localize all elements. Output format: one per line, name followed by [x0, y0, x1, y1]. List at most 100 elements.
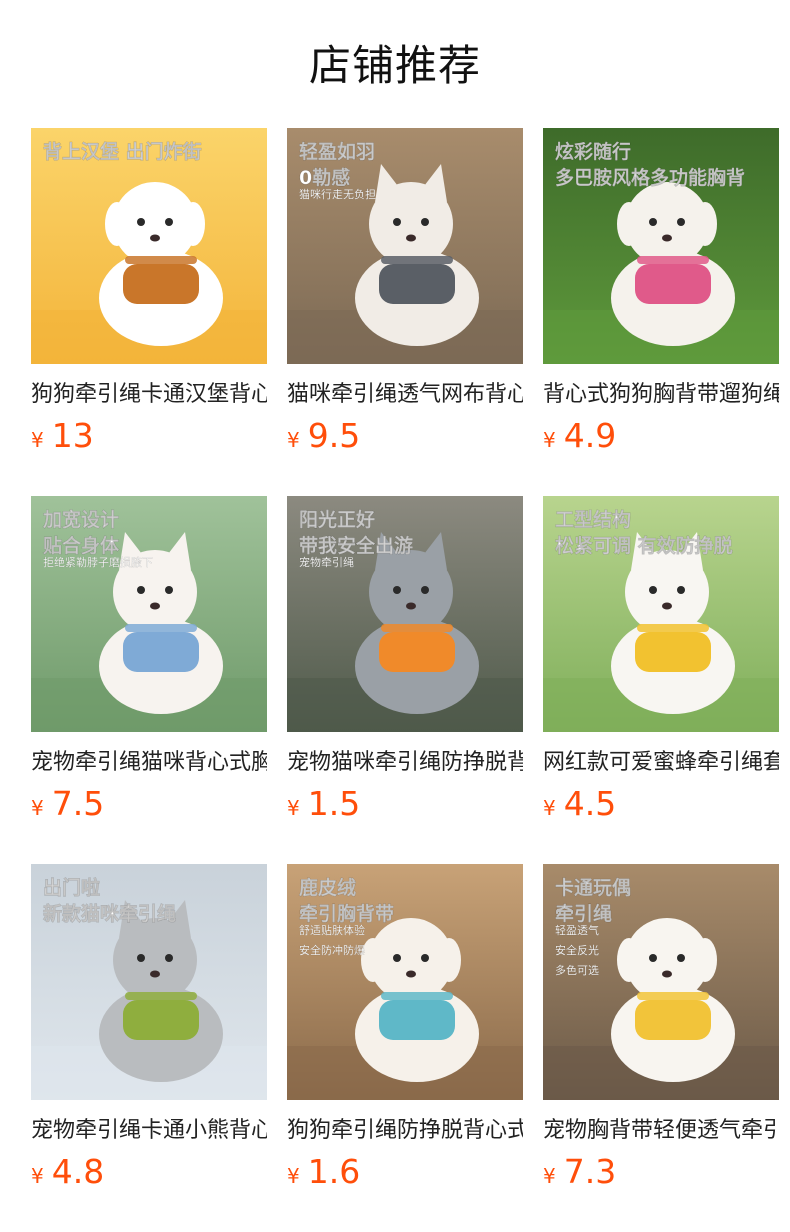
image-caption: 多巴胺风格多功能胸背 — [555, 166, 745, 189]
product-card[interactable]: 出门啦新款猫咪牵引绳宠物牵引绳卡通小熊背心式 ¥4.8 — [31, 864, 267, 1232]
product-price: ¥4.9 — [543, 416, 779, 455]
product-image[interactable]: 背上汉堡 出门炸街 — [31, 128, 267, 364]
price-value: 1.6 — [307, 1152, 361, 1191]
product-image[interactable]: 出门啦新款猫咪牵引绳 — [31, 864, 267, 1100]
product-title[interactable]: 宠物牵引绳猫咪背心式胸背 — [31, 746, 267, 780]
product-title[interactable]: 宠物猫咪牵引绳防挣脱背心 — [287, 746, 523, 780]
currency-symbol: ¥ — [287, 796, 300, 820]
image-caption: 牵引绳 — [555, 902, 612, 925]
product-card[interactable]: 鹿皮绒牵引胸背带 舒适贴肤体验 安全防冲防爆狗狗牵引绳防挣脱背心式 ¥1.6 — [287, 864, 523, 1232]
product-price: ¥1.5 — [287, 784, 523, 823]
image-caption: 轻盈如羽 — [299, 140, 375, 163]
image-caption: 带我安全出游 — [299, 534, 413, 557]
image-caption: 舒适贴肤体验 — [299, 923, 365, 937]
image-caption: 牵引胸背带 — [299, 902, 394, 925]
product-price: ¥7.5 — [31, 784, 267, 823]
product-card[interactable]: 工型结构松紧可调 有效防挣脱网红款可爱蜜蜂牵引绳套装 ¥4.5 — [543, 496, 779, 864]
image-caption: 出门啦 — [43, 876, 100, 899]
product-title[interactable]: 背心式狗狗胸背带遛狗绳 — [543, 378, 779, 412]
harness — [123, 264, 199, 304]
image-caption: 新款猫咪牵引绳 — [43, 902, 176, 925]
product-image[interactable]: 炫彩随行多巴胺风格多功能胸背 — [543, 128, 779, 364]
harness — [635, 1000, 711, 1040]
price-value: 4.5 — [563, 784, 617, 823]
product-grid: 背上汉堡 出门炸街狗狗牵引绳卡通汉堡背心式 ¥13 轻盈如羽 0勒感猫咪行走无负担猫咪… — [31, 128, 779, 1232]
currency-symbol: ¥ — [543, 796, 556, 820]
product-title[interactable]: 宠物胸背带轻便透气牵引绳 — [543, 1114, 779, 1148]
currency-symbol: ¥ — [543, 1164, 556, 1188]
product-card[interactable]: 炫彩随行多巴胺风格多功能胸背背心式狗狗胸背带遛狗绳 ¥4.9 — [543, 128, 779, 496]
product-title[interactable]: 狗狗牵引绳防挣脱背心式 — [287, 1114, 523, 1148]
image-caption: 多色可选 — [555, 963, 599, 977]
store-recommendation-page: 店铺推荐 背上汉堡 出门炸街狗狗牵引绳卡通汉堡背心式 ¥13 轻盈如羽 0勒感猫咪行走… — [0, 0, 790, 1232]
page-title: 店铺推荐 — [308, 40, 481, 90]
product-image[interactable]: 工型结构松紧可调 有效防挣脱 — [543, 496, 779, 732]
price-value: 4.8 — [51, 1152, 105, 1191]
currency-symbol: ¥ — [287, 428, 300, 452]
image-caption: 工型结构 — [555, 508, 631, 531]
product-image[interactable]: 阳光正好带我安全出游 宠物牵引绳 — [287, 496, 523, 732]
image-caption: 卡通玩偶 — [555, 876, 631, 899]
product-price: ¥13 — [31, 416, 267, 455]
harness — [123, 1000, 199, 1040]
harness — [379, 264, 455, 304]
currency-symbol: ¥ — [31, 428, 44, 452]
harness — [123, 632, 199, 672]
image-caption: 加宽设计 — [42, 508, 119, 531]
image-caption: 拒绝紧勒脖子磨损腋下 — [43, 555, 153, 569]
product-title[interactable]: 宠物牵引绳卡通小熊背心式 — [31, 1114, 267, 1148]
price-value: 7.5 — [51, 784, 105, 823]
product-photo: 鹿皮绒牵引胸背带舒适贴肤体验安全防冲防爆 — [287, 864, 523, 1100]
header: 店铺推荐 — [0, 0, 790, 128]
image-caption: 宠物牵引绳 — [299, 555, 354, 569]
currency-symbol: ¥ — [31, 796, 44, 820]
price-value: 1.5 — [307, 784, 361, 823]
image-caption: 炫彩随行 — [555, 140, 631, 163]
image-caption: 贴合身体 — [43, 534, 120, 557]
product-photo: 加宽设计贴合身体拒绝紧勒脖子磨损腋下 — [31, 496, 267, 732]
product-photo: 阳光正好带我安全出游宠物牵引绳 — [287, 496, 523, 732]
product-price: ¥1.6 — [287, 1152, 523, 1191]
price-value: 13 — [51, 416, 94, 455]
product-image[interactable]: 鹿皮绒牵引胸背带 舒适贴肤体验 安全防冲防爆 — [287, 864, 523, 1100]
image-caption: 0勒感 — [299, 166, 350, 189]
product-card[interactable]: 阳光正好带我安全出游宠物牵引绳宠物猫咪牵引绳防挣脱背心 ¥1.5 — [287, 496, 523, 864]
image-caption: 安全反光 — [555, 943, 599, 957]
product-price: ¥4.8 — [31, 1152, 267, 1191]
harness — [635, 632, 711, 672]
image-caption: 阳光正好 — [299, 508, 375, 531]
price-value: 7.3 — [563, 1152, 617, 1191]
image-caption: 猫咪行走无负担 — [299, 187, 376, 201]
price-value: 4.9 — [563, 416, 617, 455]
image-caption: 背上汉堡 出门炸街 — [43, 140, 202, 163]
product-card[interactable]: 加宽设计贴合身体拒绝紧勒脖子磨损腋下宠物牵引绳猫咪背心式胸背 ¥7.5 — [31, 496, 267, 864]
product-title[interactable]: 网红款可爱蜜蜂牵引绳套装 — [543, 746, 779, 780]
product-price: ¥9.5 — [287, 416, 523, 455]
product-price: ¥7.3 — [543, 1152, 779, 1191]
product-photo: 工型结构松紧可调 有效防挣脱 — [543, 496, 779, 732]
product-photo: 背上汉堡 出门炸街 — [31, 128, 267, 364]
currency-symbol: ¥ — [287, 1164, 300, 1188]
image-caption: 鹿皮绒 — [299, 876, 356, 899]
product-price: ¥4.5 — [543, 784, 779, 823]
product-image[interactable]: 加宽设计贴合身体 拒绝紧勒脖子磨损腋下 — [31, 496, 267, 732]
product-title[interactable]: 狗狗牵引绳卡通汉堡背心式 — [31, 378, 267, 412]
product-photo: 炫彩随行多巴胺风格多功能胸背 — [543, 128, 779, 364]
product-card[interactable]: 背上汉堡 出门炸街狗狗牵引绳卡通汉堡背心式 ¥13 — [31, 128, 267, 496]
product-image[interactable]: 卡通玩偶牵引绳 轻盈透气安全反光多色可选 — [543, 864, 779, 1100]
product-title[interactable]: 猫咪牵引绳透气网布背心式 — [287, 378, 523, 412]
currency-symbol: ¥ — [543, 428, 556, 452]
harness — [379, 632, 455, 672]
price-value: 9.5 — [307, 416, 361, 455]
image-caption: 松紧可调 有效防挣脱 — [555, 534, 733, 557]
product-photo: 卡通玩偶牵引绳轻盈透气安全反光多色可选 — [543, 864, 779, 1100]
image-caption: 轻盈透气 — [555, 923, 599, 937]
product-photo: 出门啦新款猫咪牵引绳 — [31, 864, 267, 1100]
image-caption: 安全防冲防爆 — [299, 943, 365, 957]
product-card[interactable]: 轻盈如羽 0勒感猫咪行走无负担猫咪牵引绳透气网布背心式 ¥9.5 — [287, 128, 523, 496]
product-image[interactable]: 轻盈如羽 0勒感 猫咪行走无负担 — [287, 128, 523, 364]
harness — [635, 264, 711, 304]
product-photo: 轻盈如羽 0勒感猫咪行走无负担 — [287, 128, 523, 364]
harness — [379, 1000, 455, 1040]
product-card[interactable]: 卡通玩偶牵引绳轻盈透气安全反光多色可选宠物胸背带轻便透气牵引绳 ¥7.3 — [543, 864, 779, 1232]
